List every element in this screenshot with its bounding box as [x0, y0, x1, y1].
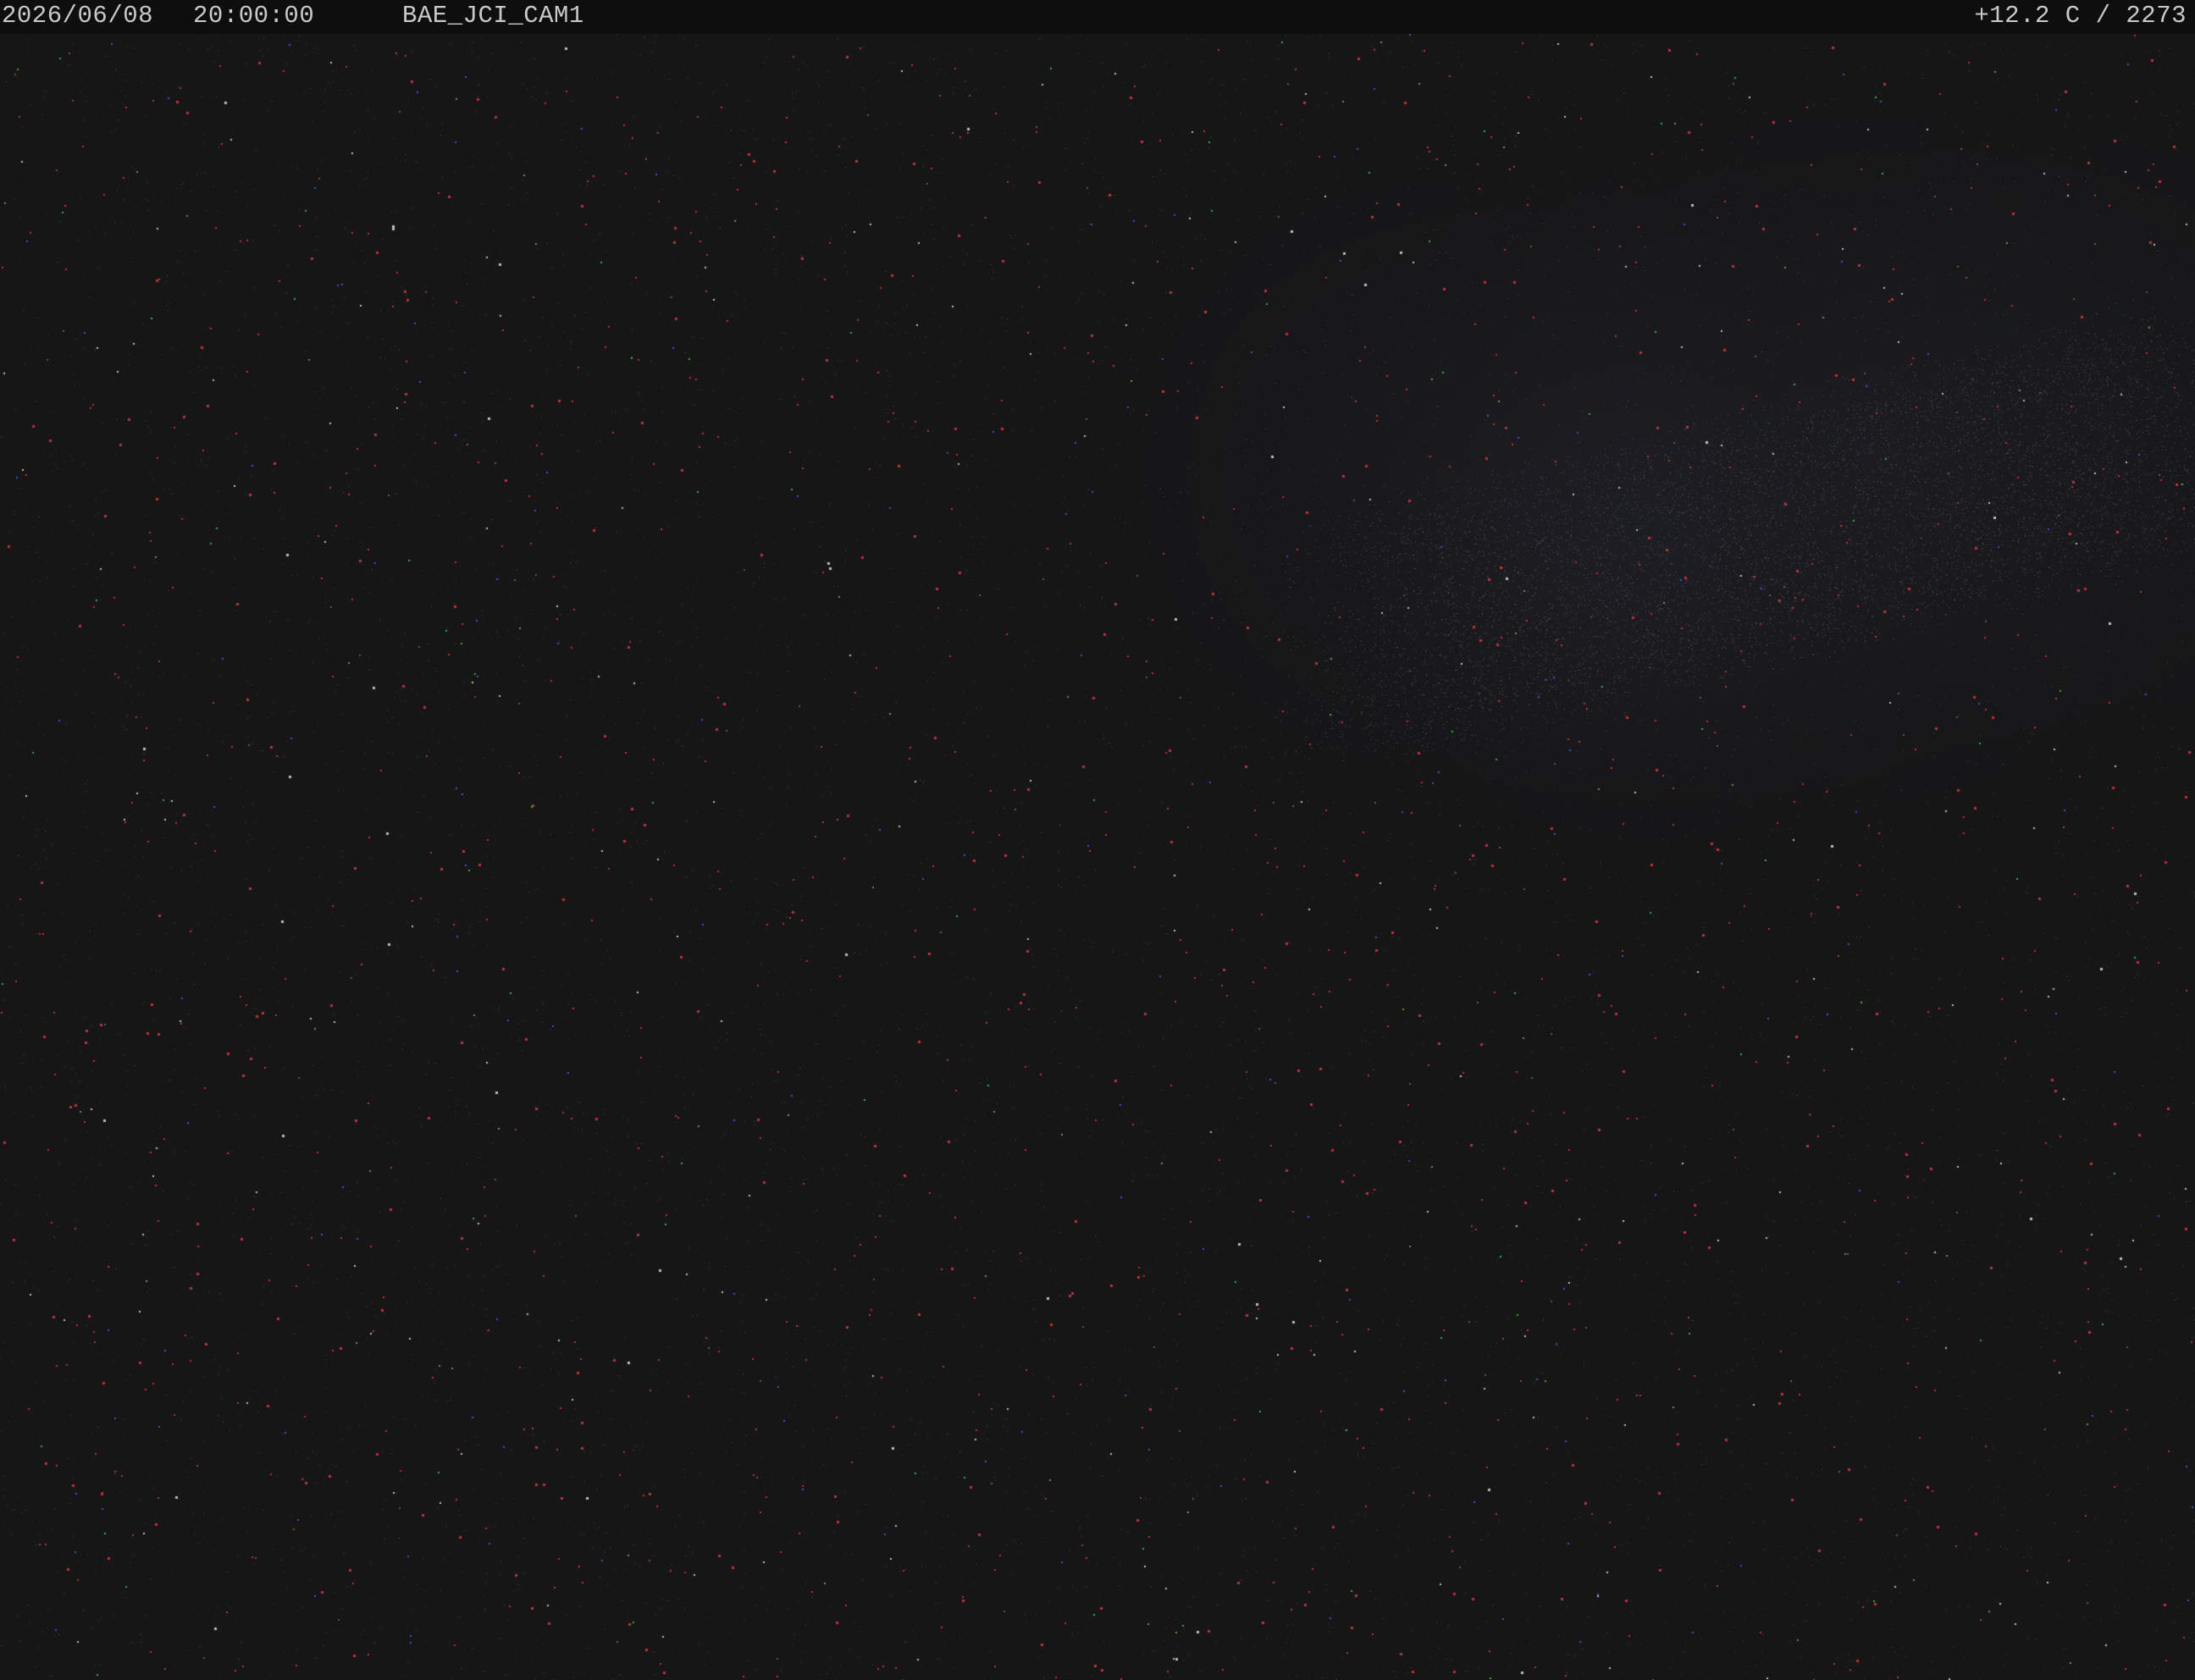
- timestamp-time: 20:00:00: [193, 2, 315, 30]
- camera-id-label: BAE_JCI_CAM1: [402, 2, 584, 30]
- timestamp-date: 2026/06/08: [2, 2, 154, 30]
- night-sky-image: [0, 34, 2195, 1680]
- camera-frame: 2026/06/08 20:00:00 BAE_JCI_CAM1 +12.2 C…: [0, 0, 2195, 1680]
- overlay-header-bar: 2026/06/08 20:00:00 BAE_JCI_CAM1 +12.2 C…: [0, 0, 2195, 34]
- temperature-exposure-readout: +12.2 C / 2273: [1974, 2, 2187, 30]
